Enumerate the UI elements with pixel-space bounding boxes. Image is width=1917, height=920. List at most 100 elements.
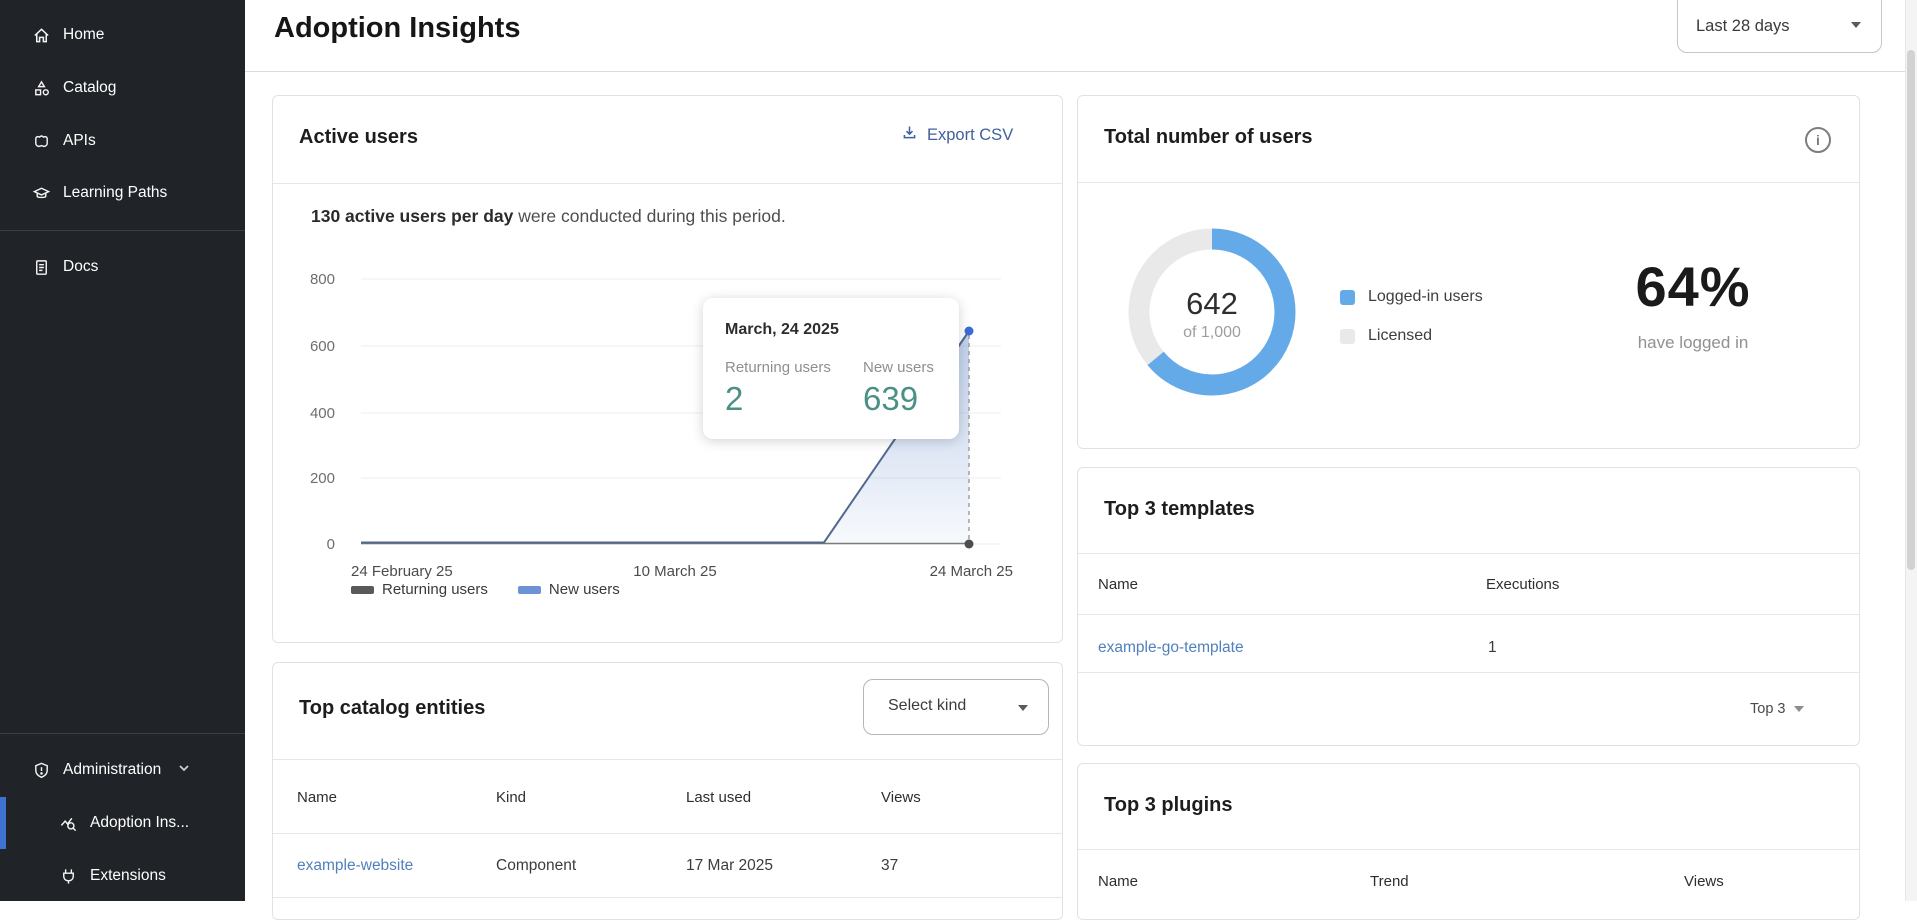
card-title: Top 3 plugins — [1104, 794, 1233, 817]
rows-per-page-value: Top 3 — [1750, 701, 1785, 717]
sidebar-item-adoption-insights[interactable]: Adoption Ins... — [0, 797, 245, 849]
learning-paths-icon — [31, 183, 51, 203]
header-divider — [245, 71, 1905, 72]
col-header-last-used: Last used — [686, 789, 751, 806]
template-link[interactable]: example-go-template — [1098, 639, 1244, 657]
legend-swatch-licensed — [1340, 329, 1355, 344]
card-title: Top catalog entities — [299, 697, 485, 720]
adoption-insights-icon — [58, 813, 78, 833]
sidebar-item-label: Adoption Ins... — [90, 814, 189, 832]
table-divider — [273, 897, 1062, 898]
col-header-trend: Trend — [1370, 873, 1409, 890]
sidebar-item-label: Administration — [63, 761, 161, 779]
chart-summary: 130 active users per day were conducted … — [311, 206, 786, 227]
card-title: Top 3 templates — [1104, 498, 1255, 521]
svg-text:24 February 25: 24 February 25 — [351, 563, 453, 580]
template-executions: 1 — [1488, 639, 1497, 657]
logged-in-percent-caption: have logged in — [1558, 333, 1828, 353]
date-range-select[interactable]: Last 28 days — [1677, 0, 1882, 53]
donut-total: of 1,000 — [1124, 324, 1300, 342]
rows-per-page-select[interactable]: Top 3 — [1750, 701, 1804, 717]
sidebar-divider — [0, 230, 245, 231]
table-divider — [1078, 614, 1859, 615]
summary-text: were conducted during this period. — [513, 206, 785, 226]
legend-returning-users[interactable]: Returning users — [351, 581, 488, 598]
sidebar: Home Catalog APIs Learning Paths Docs Ad… — [0, 0, 245, 901]
x-axis-labels: 24 February 25 10 March 25 24 March 25 — [351, 563, 1013, 580]
svg-text:800: 800 — [310, 271, 335, 288]
card-title: Total number of users — [1104, 126, 1313, 149]
col-header-executions: Executions — [1486, 576, 1559, 593]
card-header-divider — [1078, 849, 1859, 850]
y-axis-labels: 800 600 400 200 0 — [310, 271, 335, 553]
kind-filter-value: Select kind — [888, 697, 966, 715]
sidebar-item-administration[interactable]: Administration — [0, 744, 245, 796]
chart-tooltip: March, 24 2025 Returning users New users… — [703, 298, 959, 439]
catalog-entity-views: 37 — [881, 857, 898, 875]
docs-icon — [31, 257, 51, 277]
chevron-down-icon — [1018, 705, 1028, 711]
card-title: Active users — [299, 126, 418, 149]
sidebar-item-catalog[interactable]: Catalog — [0, 62, 245, 114]
top-catalog-entities-card: Top catalog entities Select kind Name Ki… — [272, 662, 1063, 920]
tooltip-returning-value: 2 — [725, 380, 743, 418]
donut-center-label: 642 of 1,000 — [1124, 224, 1300, 400]
donut-legend-licensed: Licensed — [1340, 327, 1432, 345]
svg-text:24 March 25: 24 March 25 — [930, 563, 1013, 580]
legend-label: Logged-in users — [1368, 288, 1483, 306]
donut-legend-logged-in: Logged-in users — [1340, 288, 1483, 306]
sidebar-item-extensions[interactable]: Extensions — [0, 850, 245, 902]
legend-label: Returning users — [382, 581, 488, 598]
new-users-point[interactable] — [965, 327, 974, 336]
sidebar-item-apis[interactable]: APIs — [0, 115, 245, 167]
top-plugins-card: Top 3 plugins Name Trend Views — [1077, 763, 1860, 920]
info-icon[interactable]: i — [1805, 127, 1831, 153]
tooltip-returning-label: Returning users — [725, 359, 831, 376]
logged-in-percent: 64% — [1558, 254, 1828, 319]
chevron-down-icon — [1794, 706, 1804, 712]
sidebar-item-label: Learning Paths — [63, 184, 167, 202]
chevron-down-icon — [177, 761, 191, 780]
table-divider — [1078, 672, 1859, 673]
catalog-icon — [31, 78, 51, 98]
sidebar-item-learning-paths[interactable]: Learning Paths — [0, 167, 245, 219]
home-icon — [31, 25, 51, 45]
sidebar-item-home[interactable]: Home — [0, 9, 245, 61]
info-glyph: i — [1816, 132, 1820, 148]
catalog-entity-last-used: 17 Mar 2025 — [686, 857, 773, 875]
active-users-card: Active users Export CSV 130 active users… — [272, 95, 1063, 643]
tooltip-new-value: 639 — [863, 380, 918, 418]
sidebar-item-label: Home — [63, 26, 104, 44]
catalog-entity-kind: Component — [496, 857, 576, 875]
sidebar-item-label: Catalog — [63, 79, 116, 97]
donut-value: 642 — [1124, 286, 1300, 322]
legend-swatch-logged-in — [1340, 290, 1355, 305]
sidebar-item-docs[interactable]: Docs — [0, 241, 245, 293]
legend-new-users[interactable]: New users — [518, 581, 620, 598]
sidebar-divider — [0, 733, 245, 734]
kind-filter-select[interactable]: Select kind — [863, 679, 1049, 735]
summary-metric: 130 active users per day — [311, 206, 513, 226]
svg-text:200: 200 — [310, 470, 335, 487]
top-templates-card: Top 3 templates Name Executions example-… — [1077, 467, 1860, 746]
card-header-divider — [1078, 182, 1859, 183]
card-header-divider — [273, 759, 1062, 760]
col-header-views: Views — [1684, 873, 1724, 890]
card-header-divider — [1078, 553, 1859, 554]
svg-text:600: 600 — [310, 338, 335, 355]
legend-swatch-returning — [351, 586, 374, 594]
sidebar-item-label: Docs — [63, 258, 98, 276]
legend-swatch-new — [518, 586, 541, 594]
catalog-entity-link[interactable]: example-website — [297, 857, 413, 875]
chart-legend: Returning users New users — [351, 581, 620, 598]
date-range-value: Last 28 days — [1696, 17, 1790, 36]
api-icon — [31, 131, 51, 151]
returning-users-point[interactable] — [965, 540, 974, 549]
col-header-name: Name — [1098, 576, 1138, 593]
export-csv-button[interactable]: Export CSV — [901, 124, 1013, 146]
card-header-divider — [273, 183, 1062, 184]
shield-icon — [31, 760, 51, 780]
svg-text:10 March 25: 10 March 25 — [633, 563, 716, 580]
col-header-name: Name — [297, 789, 337, 806]
scrollbar-thumb[interactable] — [1907, 50, 1915, 570]
